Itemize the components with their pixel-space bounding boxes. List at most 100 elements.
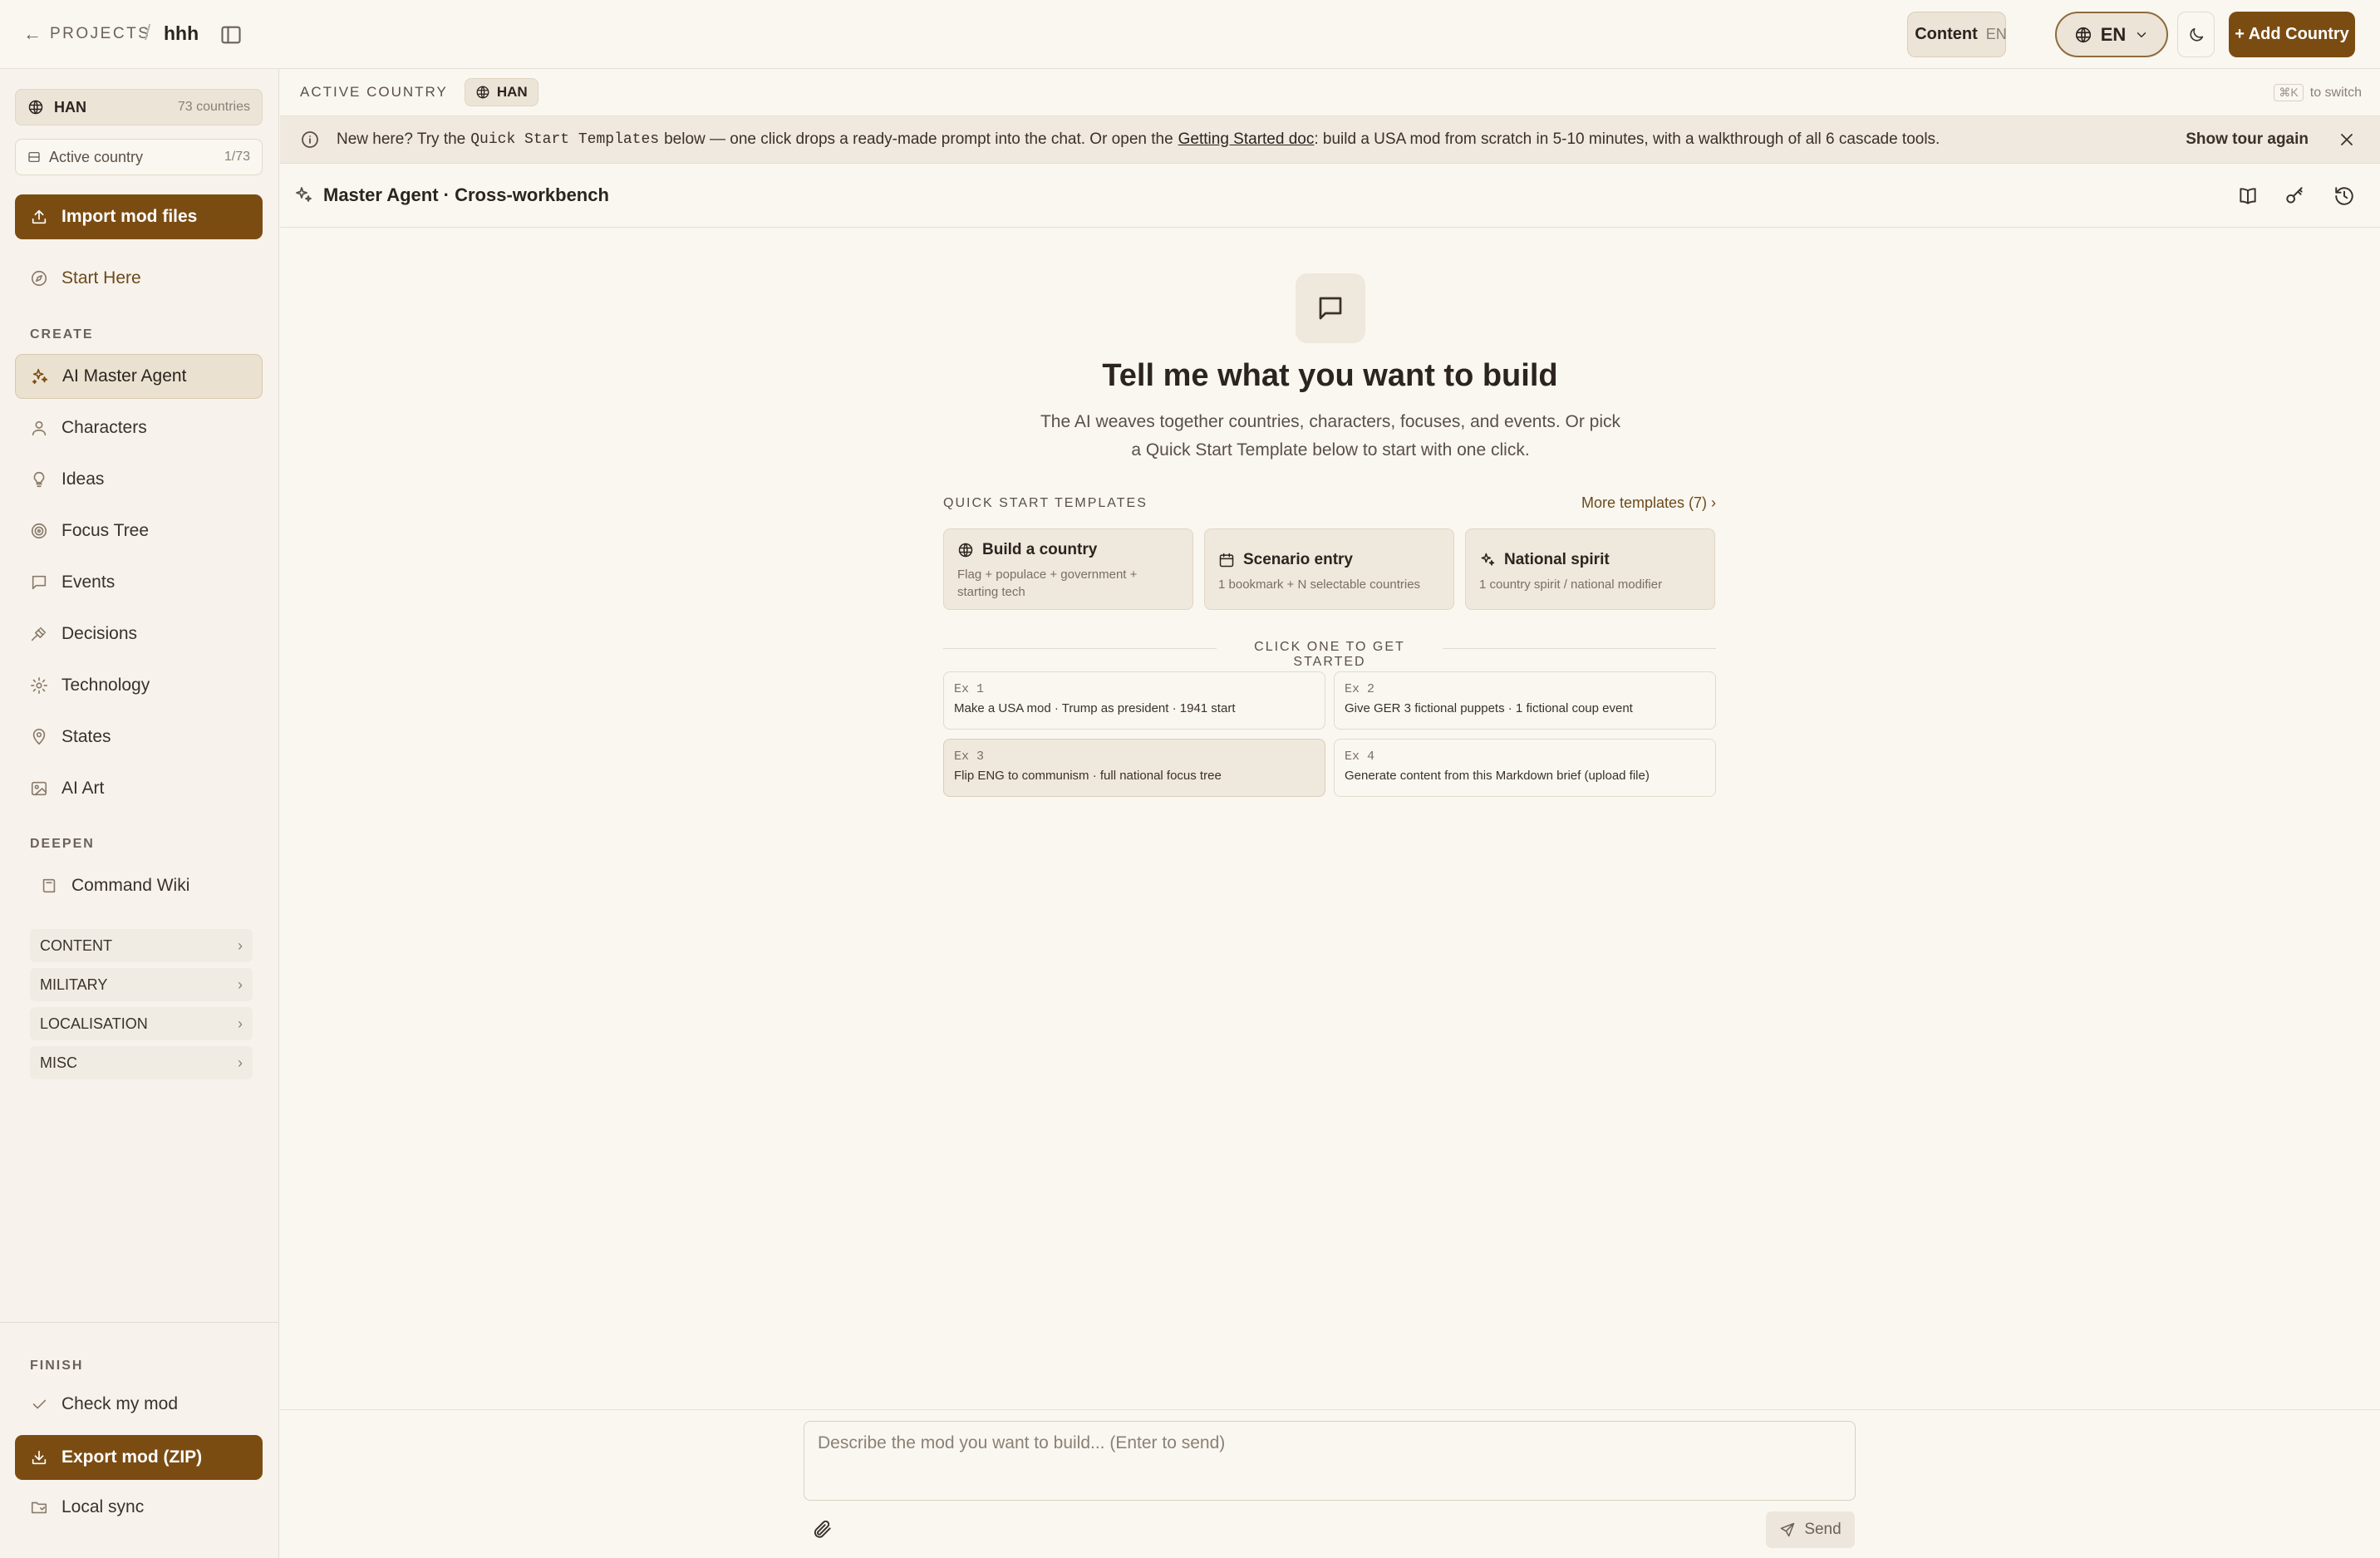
group-military[interactable]: MILITARY › <box>30 968 253 1001</box>
banner-code: Quick Start Templates <box>470 131 660 148</box>
example-tag: Ex 1 <box>954 682 985 696</box>
sidebar-item-label: Command Wiki <box>71 876 190 895</box>
content-lang: EN <box>1985 26 2007 42</box>
sidebar-item-characters[interactable]: Characters <box>15 405 263 450</box>
sidebar-item-ai-art[interactable]: AI Art <box>15 766 263 811</box>
template-desc: 1 country spirit / national modifier <box>1479 577 1663 592</box>
template-card-national-spirit[interactable]: National spirit 1 country spirit / natio… <box>1465 528 1715 610</box>
image-icon <box>31 781 47 796</box>
history-icon[interactable] <box>2333 185 2355 207</box>
sidebar-item-label: Decisions <box>61 624 138 643</box>
active-country-pill[interactable]: HAN <box>464 78 538 106</box>
language-value: EN <box>2100 23 2127 45</box>
example-tag: Ex 3 <box>954 750 985 764</box>
example-card-2[interactable]: Ex 2 Give GER 3 fictional puppets · 1 fi… <box>1334 671 1716 730</box>
agent-header: Master Agent · Cross-workbench <box>280 164 2380 228</box>
group-content[interactable]: CONTENT › <box>30 929 253 962</box>
sidebar-item-command-wiki[interactable]: Command Wiki <box>25 863 273 908</box>
sidebar-item-label: Focus Tree <box>61 521 150 540</box>
example-tag: Ex 4 <box>1345 750 1375 764</box>
group-misc[interactable]: MISC › <box>30 1046 253 1079</box>
sidebar-item-check-mod[interactable]: Check my mod <box>15 1382 263 1427</box>
sidebar-item-label: Characters <box>61 418 147 437</box>
book-open-icon[interactable] <box>2237 185 2259 207</box>
arrow-left-icon: ← <box>23 23 42 44</box>
template-card-scenario-entry[interactable]: Scenario entry 1 bookmark + N selectable… <box>1204 528 1454 610</box>
example-card-1[interactable]: Ex 1 Make a USA mod · Trump as president… <box>943 671 1325 730</box>
onboarding-banner: New here? Try the Quick Start Templates … <box>280 116 2380 164</box>
example-text: Flip ENG to communism · full national fo… <box>954 769 1222 783</box>
moon-icon <box>2189 27 2203 42</box>
sidebar-item-states[interactable]: States <box>15 715 263 759</box>
sidebar-item-label: Check my mod <box>61 1394 179 1413</box>
close-icon[interactable] <box>2337 130 2357 150</box>
sidebar-item-ai-master-agent[interactable]: AI Master Agent <box>15 354 263 399</box>
banner-text-middle: below — one click drops a ready-made pro… <box>664 130 1173 148</box>
main-area: ACTIVE COUNTRY HAN ⌘K to switch New here… <box>280 69 2380 1558</box>
theme-toggle-button[interactable] <box>2177 12 2215 57</box>
template-card-build-country[interactable]: Build a country Flag + populace + govern… <box>943 528 1193 610</box>
globe-icon <box>2075 27 2091 42</box>
lightbulb-icon <box>33 471 45 488</box>
example-card-4[interactable]: Ex 4 Generate content from this Markdown… <box>1334 739 1716 797</box>
paperclip-icon[interactable] <box>812 1518 833 1540</box>
example-tag: Ex 2 <box>1345 682 1375 696</box>
project-name: hhh <box>164 22 199 44</box>
country-selector[interactable]: HAN 73 countries <box>15 89 263 125</box>
sidebar-item-decisions[interactable]: Decisions <box>15 612 263 656</box>
gavel-icon <box>31 627 47 641</box>
active-country-label: ACTIVE COUNTRY <box>300 84 448 100</box>
sidebar-item-label: Ideas <box>61 469 105 489</box>
active-country-code: HAN <box>496 84 528 100</box>
sidebar-item-events[interactable]: Events <box>15 560 263 605</box>
banner-text-prefix: New here? Try the <box>337 130 466 148</box>
globe-icon <box>28 100 43 115</box>
import-label: Import mod files <box>61 207 198 226</box>
info-icon <box>302 131 318 148</box>
more-templates-link[interactable]: More templates (7) › <box>1581 494 1716 512</box>
globe-icon <box>476 86 489 99</box>
active-country-filter[interactable]: Active country 1/73 <box>15 139 263 175</box>
show-tour-button[interactable]: Show tour again <box>2186 130 2309 149</box>
import-mod-files-button[interactable]: Import mod files <box>15 194 263 239</box>
group-label: MISC <box>40 1054 77 1071</box>
getting-started-link[interactable]: Getting Started doc <box>1178 130 1315 149</box>
active-country-bar: ACTIVE COUNTRY HAN ⌘K to switch <box>280 69 2380 116</box>
chat-bubble-icon <box>1296 273 1365 343</box>
sidebar-item-start-here[interactable]: Start Here <box>15 256 263 301</box>
sidebar-item-label: Technology <box>61 676 150 695</box>
breadcrumb-separator: / <box>145 20 151 45</box>
key-icon[interactable] <box>2284 185 2305 207</box>
sidebar-item-ideas[interactable]: Ideas <box>15 457 263 502</box>
top-bar: ← PROJECTS / hhh Content EN EN + Add Cou… <box>0 0 2380 69</box>
send-icon <box>1781 1522 1795 1537</box>
sparkles-icon <box>32 368 48 385</box>
content-language-button[interactable]: Content EN <box>1907 12 2007 57</box>
example-card-3[interactable]: Ex 3 Flip ENG to communism · full nation… <box>943 739 1325 797</box>
sidebar-item-technology[interactable]: Technology <box>15 663 263 708</box>
banner-text-suffix: : build a USA mod from scratch in 5-10 m… <box>1314 130 1940 148</box>
sidebar-item-focus-tree[interactable]: Focus Tree <box>15 509 263 553</box>
back-to-projects-link[interactable]: ← PROJECTS <box>23 23 150 45</box>
ui-language-select[interactable]: EN <box>2055 12 2168 57</box>
group-localisation[interactable]: LOCALISATION › <box>30 1007 253 1040</box>
globe-icon <box>958 543 973 558</box>
pin-icon <box>32 729 46 745</box>
add-country-button[interactable]: + Add Country <box>2229 12 2355 57</box>
download-icon <box>32 1450 47 1465</box>
export-mod-button[interactable]: Export mod (ZIP) <box>15 1435 263 1480</box>
chevron-right-icon: › <box>238 1015 243 1032</box>
template-desc: 1 bookmark + N selectable countries <box>1218 577 1421 592</box>
sidebar-item-local-sync[interactable]: Local sync <box>15 1485 263 1530</box>
example-text: Give GER 3 fictional puppets · 1 fiction… <box>1345 701 1633 715</box>
sidebar-toggle-icon[interactable] <box>219 23 243 47</box>
shortcut-hint: to switch <box>2309 85 2362 100</box>
section-label-finish: FINISH <box>30 1359 84 1373</box>
book-icon <box>42 878 56 893</box>
chat-input[interactable] <box>804 1421 1856 1501</box>
divider <box>0 1322 278 1323</box>
template-desc: Flag + populace + government + starting … <box>957 568 1138 599</box>
chevron-down-icon <box>2137 32 2146 37</box>
send-button[interactable]: Send <box>1766 1511 1855 1548</box>
country-count: 73 countries <box>177 100 250 114</box>
